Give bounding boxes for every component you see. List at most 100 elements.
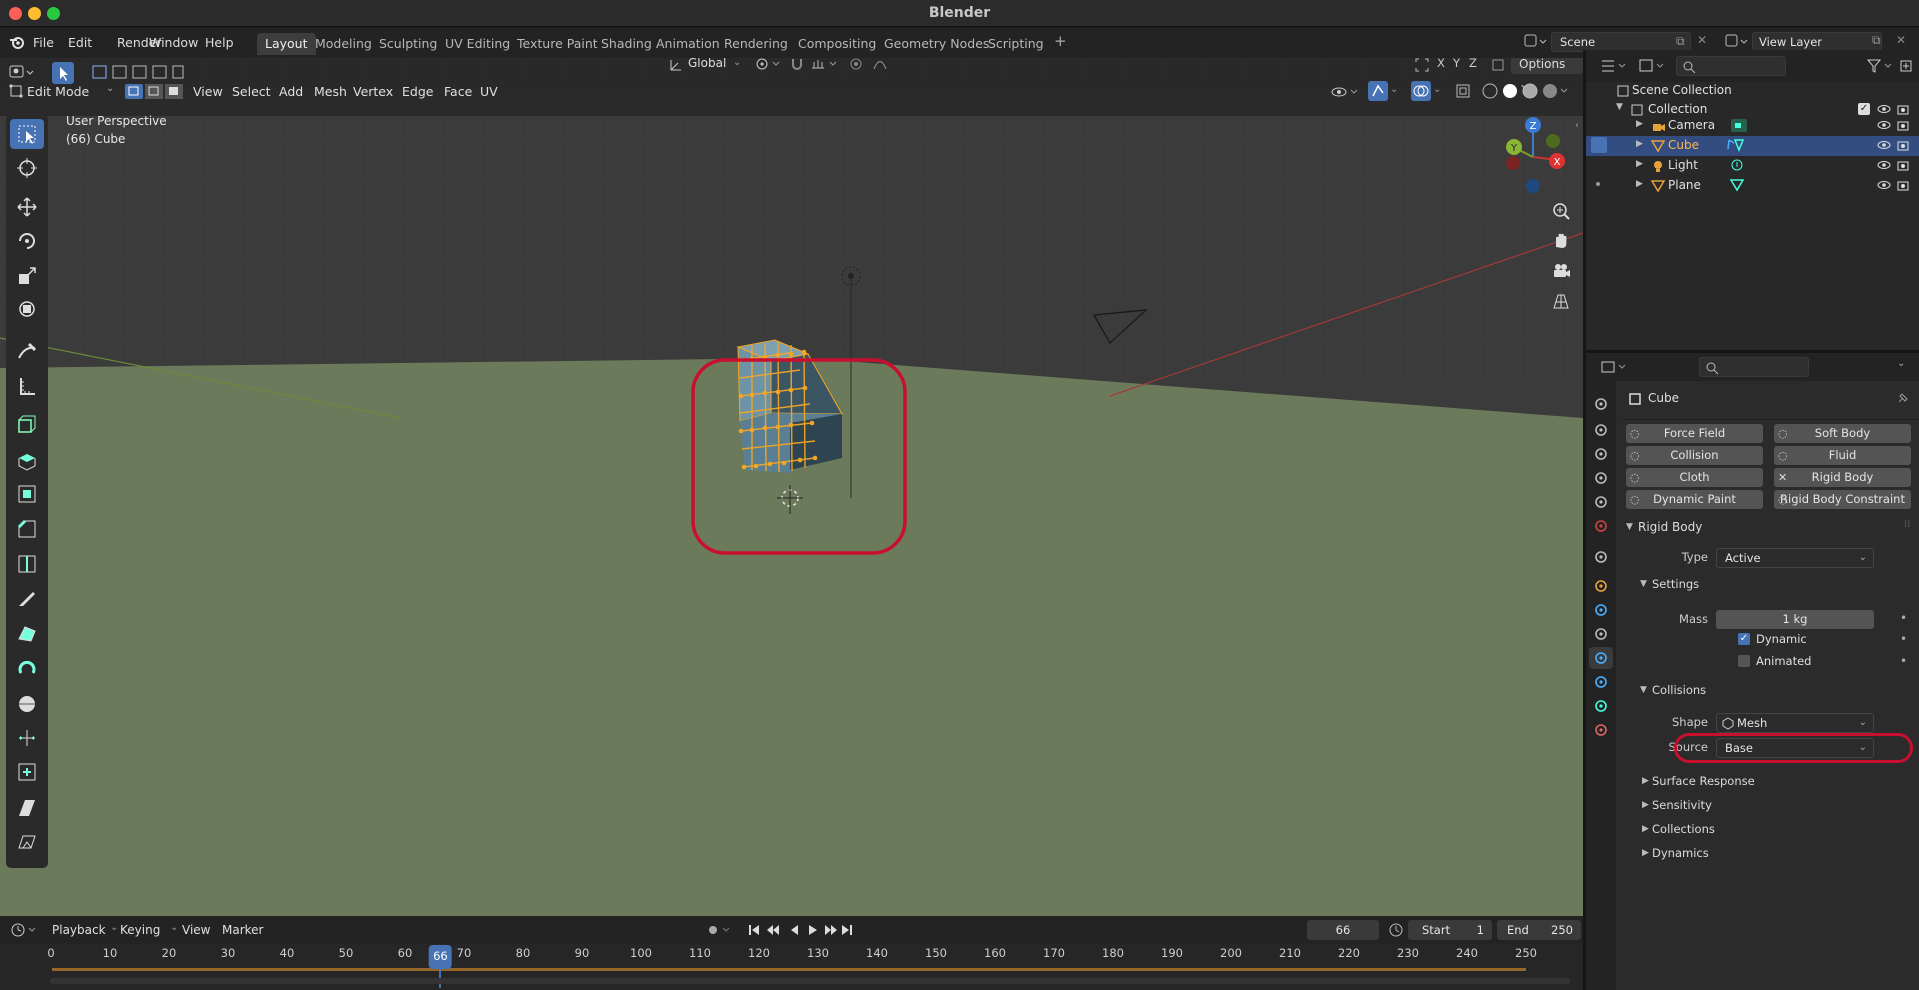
xray-toggle-icon[interactable] (1455, 83, 1471, 99)
mirror-axis-z-toggle[interactable]: Z (1469, 58, 1477, 70)
select-mode-icons[interactable] (90, 63, 185, 81)
tab-modeling[interactable]: Modeling (307, 33, 380, 55)
area-divider-vertical[interactable] (1583, 50, 1586, 990)
snap-icon[interactable] (790, 58, 840, 72)
shape-dropdown[interactable]: Mesh ⌄ (1716, 713, 1874, 733)
dynamic-keyframe-dot[interactable]: • (1900, 632, 1907, 646)
bevel-tool-icon[interactable] (10, 514, 44, 544)
menu-edit[interactable]: Edit (68, 33, 92, 53)
render-camera-icon[interactable] (1896, 118, 1910, 132)
collection-checkbox[interactable]: ✓ (1858, 103, 1870, 115)
gizmo-toggle-icon[interactable] (1368, 81, 1388, 101)
dynamics-subpanel-header[interactable]: Dynamics (1652, 846, 1709, 860)
visibility-eye-icon[interactable] (1877, 178, 1891, 192)
scene-remove-icon[interactable]: ✕ (1697, 33, 1707, 47)
tab-scripting[interactable]: Scripting (980, 33, 1052, 55)
annotate-tool-icon[interactable] (10, 337, 44, 367)
viewport-menu-view[interactable]: View (193, 84, 223, 99)
menu-window[interactable]: Window (149, 33, 198, 53)
spin-tool-icon[interactable] (10, 654, 44, 684)
scale-tool-icon[interactable] (10, 261, 44, 291)
mass-keyframe-dot[interactable]: • (1900, 611, 1907, 625)
surface-response-subpanel-header[interactable]: Surface Response (1652, 774, 1755, 788)
sensitivity-expand-icon[interactable]: ▶ (1642, 800, 1649, 810)
transform-tool-icon[interactable] (10, 294, 44, 324)
playhead[interactable]: 66 (429, 945, 452, 969)
gizmo-chevron-icon[interactable]: ⌄ (1390, 84, 1398, 95)
current-frame-field[interactable]: 66 (1307, 920, 1379, 940)
preview-range-icon[interactable] (1388, 922, 1404, 938)
force-field-button[interactable]: ◌ Force Field (1626, 424, 1763, 443)
display-mode-icon[interactable] (1638, 58, 1666, 74)
render-camera-icon[interactable] (1896, 158, 1910, 172)
tab-material-icon[interactable] (1589, 719, 1613, 741)
pan-view-icon[interactable] (1550, 229, 1572, 251)
sidebar-toggle-icon[interactable]: ‹ (1575, 120, 1579, 131)
timeline-menu-view[interactable]: View (182, 923, 210, 937)
collection-render-icon[interactable] (1896, 102, 1910, 116)
end-frame-field[interactable]: End 250 (1497, 920, 1581, 940)
options-dropdown[interactable]: Options ⌄ (1511, 58, 1583, 91)
view-layer-remove-icon[interactable]: ✕ (1896, 33, 1906, 47)
collection-expand-icon[interactable]: ▼ (1616, 102, 1623, 112)
loop-cut-tool-icon[interactable] (10, 549, 44, 579)
rigid-body-constraint-button[interactable]: ◌ Rigid Body Constraint (1774, 490, 1911, 509)
camera-data-icon[interactable] (1730, 117, 1770, 135)
new-collection-icon[interactable] (1898, 58, 1914, 74)
tab-collection-icon[interactable] (1589, 546, 1613, 568)
area-divider-horizontal[interactable] (1586, 350, 1919, 353)
inset-faces-tool-icon[interactable] (10, 479, 44, 509)
tab-modifiers-icon[interactable] (1589, 599, 1613, 621)
start-frame-field[interactable]: Start 1 (1408, 920, 1492, 940)
pin-icon[interactable] (1896, 391, 1910, 405)
scene-copy-icon[interactable]: ⧉ (1676, 34, 1685, 49)
properties-editor-type-icon[interactable] (1600, 359, 1628, 375)
rigid-body-expand-icon[interactable]: ▼ (1626, 522, 1633, 532)
rigid-body-panel-header[interactable]: Rigid Body (1638, 520, 1702, 534)
cursor-tool-icon[interactable] (10, 153, 44, 183)
timeline-menu-marker[interactable]: Marker (222, 923, 263, 937)
auto-keying-icon[interactable] (705, 922, 735, 938)
light-data-icon[interactable] (1728, 157, 1768, 175)
outliner-item-cube[interactable]: ▶ Cube (1586, 136, 1919, 156)
add-workspace-button[interactable]: + (1054, 34, 1068, 49)
rotate-tool-icon[interactable] (10, 226, 44, 256)
visibility-eye-icon[interactable] (1877, 138, 1891, 152)
render-camera-icon[interactable] (1896, 138, 1910, 152)
visibility-eye-icon[interactable] (1877, 158, 1891, 172)
viewport-menu-mesh[interactable]: Mesh (314, 84, 347, 99)
dynamics-expand-icon[interactable]: ▶ (1642, 848, 1649, 858)
smooth-tool-icon[interactable] (10, 689, 44, 719)
timeline-menu-keying[interactable]: Keying (120, 923, 160, 937)
timeline-scrollbar[interactable] (50, 978, 1570, 984)
expand-arrow-icon[interactable]: ▶ (1636, 179, 1643, 189)
add-cube-tool-icon[interactable] (10, 409, 44, 439)
timeline-menu-playback[interactable]: Playback (52, 923, 106, 937)
render-camera-icon[interactable] (1896, 178, 1910, 192)
expand-arrow-icon[interactable]: ▶ (1636, 159, 1643, 169)
viewport-menu-face[interactable]: Face (444, 84, 472, 99)
sensitivity-subpanel-header[interactable]: Sensitivity (1652, 798, 1712, 812)
select-box-tool-icon[interactable] (10, 119, 44, 149)
tab-compositing[interactable]: Compositing (790, 33, 884, 55)
menu-file[interactable]: File (33, 33, 54, 53)
visibility-eye-icon[interactable] (1877, 118, 1891, 132)
collision-button[interactable]: ◌ Collision (1626, 446, 1763, 465)
navigation-gizmo[interactable]: Z X Y (1495, 115, 1565, 195)
rip-region-tool-icon[interactable] (10, 827, 44, 857)
tab-tool-icon[interactable] (1589, 393, 1613, 415)
dynamic-label[interactable]: Dynamic (1756, 632, 1807, 646)
tab-sculpting[interactable]: Sculpting (371, 33, 445, 55)
pivot-icon[interactable] (754, 58, 784, 72)
overlays-toggle-icon[interactable] (1411, 81, 1431, 101)
view-layer-field[interactable]: View Layer (1752, 32, 1882, 52)
visibility-selectability-icon[interactable] (1331, 84, 1361, 100)
collections-subpanel-header[interactable]: Collections (1652, 822, 1715, 836)
mass-field[interactable]: 1 kg (1716, 610, 1874, 629)
tab-data-icon[interactable] (1589, 695, 1613, 717)
surface-response-expand-icon[interactable]: ▶ (1642, 776, 1649, 786)
tab-world-icon[interactable] (1589, 515, 1613, 537)
dynamic-checkbox[interactable]: ✓ (1738, 633, 1750, 645)
move-tool-icon[interactable] (10, 192, 44, 222)
outliner-item-camera[interactable]: ▶ Camera (1586, 116, 1919, 136)
